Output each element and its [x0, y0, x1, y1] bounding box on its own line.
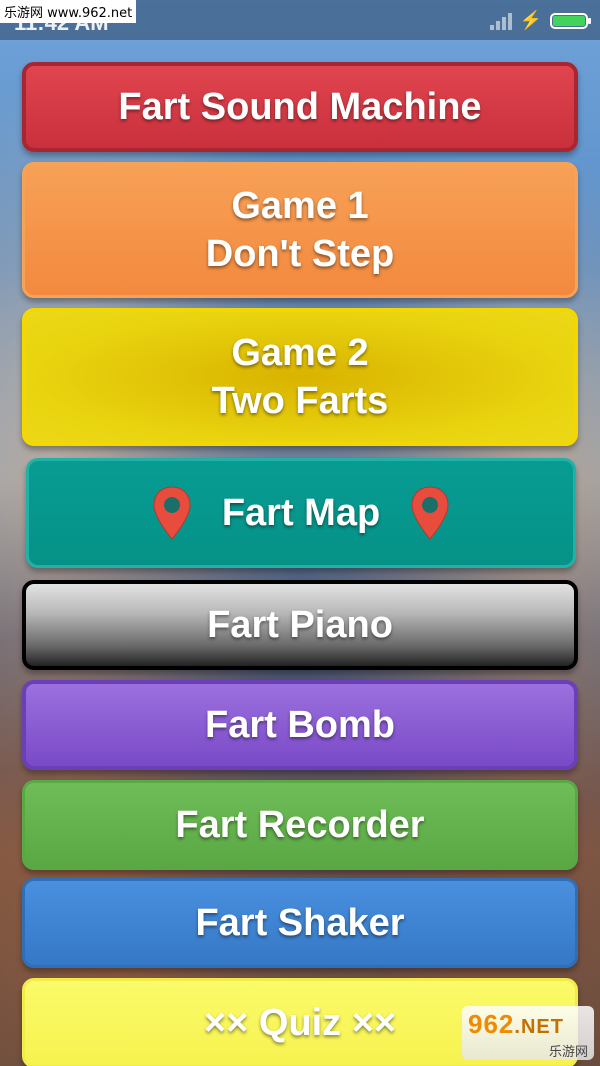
button-label-line-1: Game 1 [231, 185, 369, 227]
button-label-line-2: Don't Step [205, 233, 395, 275]
game-1-button[interactable]: Game 1 Don't Step [22, 162, 578, 298]
status-bar: 11:42 AM 乐游网 www.962.net ⚡ [0, 0, 600, 40]
button-label: Fart Shaker [195, 902, 405, 944]
button-label-line-2: Two Farts [211, 380, 389, 422]
site-logo-watermark: 962.NET 乐游网 [462, 1006, 594, 1060]
battery-icon [550, 12, 591, 29]
button-label: ×× Quiz ×× [203, 1002, 397, 1044]
fart-bomb-button[interactable]: Fart Bomb [22, 680, 578, 770]
fart-piano-button[interactable]: Fart Piano [22, 580, 578, 670]
site-watermark: 乐游网 www.962.net [0, 0, 137, 23]
button-label: Fart Bomb [205, 704, 395, 746]
fart-sound-machine-button[interactable]: Fart Sound Machine [22, 62, 578, 152]
game-2-button[interactable]: Game 2 Two Farts [22, 308, 578, 446]
status-icons: ⚡ [489, 10, 591, 31]
fart-recorder-button[interactable]: Fart Recorder [22, 780, 578, 870]
signal-icon [489, 12, 512, 30]
button-label: Fart Piano [207, 604, 393, 646]
fart-shaker-button[interactable]: Fart Shaker [22, 878, 578, 968]
button-label-line-1: Game 2 [231, 332, 369, 374]
watermark-logo-text: 962.NET [468, 1009, 564, 1039]
charging-icon: ⚡ [519, 10, 542, 30]
button-label: Fart Map [221, 492, 381, 534]
watermark-logo-subtext: 乐游网 [548, 1045, 588, 1060]
map-pin-icon [411, 486, 449, 540]
button-label: Fart Sound Machine [118, 86, 482, 128]
button-label: Fart Recorder [175, 804, 425, 846]
fart-map-button[interactable]: Fart Map [26, 458, 576, 568]
map-pin-icon [153, 486, 191, 540]
